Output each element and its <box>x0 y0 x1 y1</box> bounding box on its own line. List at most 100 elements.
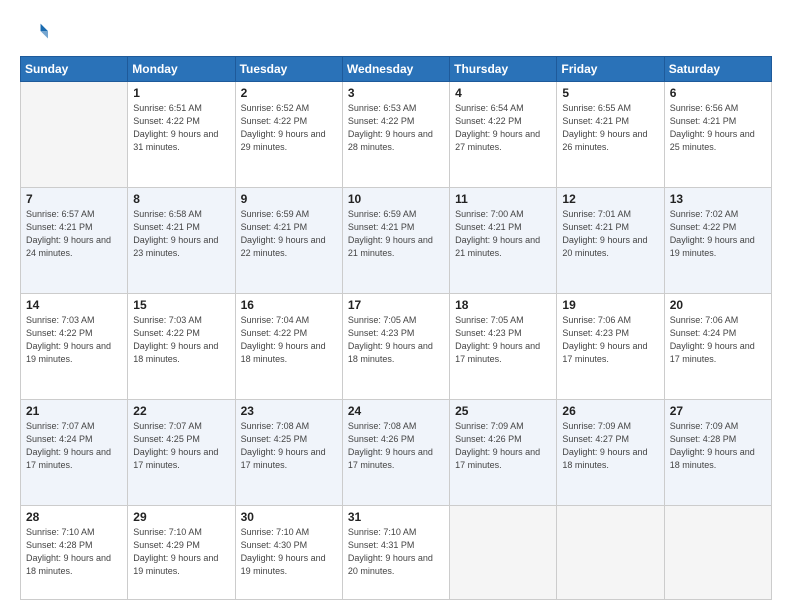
day-info: Sunrise: 7:07 AMSunset: 4:25 PMDaylight:… <box>133 420 229 472</box>
day-number: 31 <box>348 510 444 524</box>
calendar-cell: 22 Sunrise: 7:07 AMSunset: 4:25 PMDayligh… <box>128 400 235 506</box>
calendar-cell: 23 Sunrise: 7:08 AMSunset: 4:25 PMDayligh… <box>235 400 342 506</box>
day-info: Sunrise: 7:10 AMSunset: 4:29 PMDaylight:… <box>133 526 229 578</box>
day-info: Sunrise: 7:09 AMSunset: 4:28 PMDaylight:… <box>670 420 766 472</box>
calendar-cell: 16 Sunrise: 7:04 AMSunset: 4:22 PMDayligh… <box>235 294 342 400</box>
calendar-cell: 3 Sunrise: 6:53 AMSunset: 4:22 PMDaylight… <box>342 82 449 188</box>
calendar-cell: 14Sunrise: 7:03 AMSunset: 4:22 PMDayligh… <box>21 294 128 400</box>
day-info: Sunrise: 7:10 AMSunset: 4:31 PMDaylight:… <box>348 526 444 578</box>
day-number: 9 <box>241 192 337 206</box>
weekday-header-row: SundayMondayTuesdayWednesdayThursdayFrid… <box>21 57 772 82</box>
day-number: 13 <box>670 192 766 206</box>
day-info: Sunrise: 7:00 AMSunset: 4:21 PMDaylight:… <box>455 208 551 260</box>
weekday-header-thursday: Thursday <box>450 57 557 82</box>
calendar-cell: 10 Sunrise: 6:59 AMSunset: 4:21 PMDayligh… <box>342 188 449 294</box>
weekday-header-saturday: Saturday <box>664 57 771 82</box>
calendar-cell: 15 Sunrise: 7:03 AMSunset: 4:22 PMDayligh… <box>128 294 235 400</box>
calendar-cell: 11 Sunrise: 7:00 AMSunset: 4:21 PMDayligh… <box>450 188 557 294</box>
day-info: Sunrise: 7:10 AMSunset: 4:30 PMDaylight:… <box>241 526 337 578</box>
calendar-cell: 24 Sunrise: 7:08 AMSunset: 4:26 PMDayligh… <box>342 400 449 506</box>
day-info: Sunrise: 6:58 AMSunset: 4:21 PMDaylight:… <box>133 208 229 260</box>
calendar-cell: 26 Sunrise: 7:09 AMSunset: 4:27 PMDayligh… <box>557 400 664 506</box>
calendar-cell: 29 Sunrise: 7:10 AMSunset: 4:29 PMDayligh… <box>128 506 235 600</box>
day-number: 29 <box>133 510 229 524</box>
logo-icon <box>20 18 48 46</box>
calendar-cell <box>557 506 664 600</box>
day-number: 25 <box>455 404 551 418</box>
calendar-cell: 4Sunrise: 6:54 AMSunset: 4:22 PMDaylight… <box>450 82 557 188</box>
day-number: 26 <box>562 404 658 418</box>
day-number: 19 <box>562 298 658 312</box>
calendar-cell: 21Sunrise: 7:07 AMSunset: 4:24 PMDayligh… <box>21 400 128 506</box>
day-number: 3 <box>348 86 444 100</box>
calendar-week-row: 21Sunrise: 7:07 AMSunset: 4:24 PMDayligh… <box>21 400 772 506</box>
calendar-table: SundayMondayTuesdayWednesdayThursdayFrid… <box>20 56 772 600</box>
calendar-cell <box>21 82 128 188</box>
weekday-header-monday: Monday <box>128 57 235 82</box>
calendar-week-row: 14 Sunrise: 7:03 AMSunset: 4:22 PMDayligh… <box>21 294 772 400</box>
day-number: 20 <box>670 298 766 312</box>
day-number: 12 <box>562 192 658 206</box>
day-number: 10 <box>348 192 444 206</box>
calendar-cell: 20 Sunrise: 7:06 AMSunset: 4:24 PMDayligh… <box>664 294 771 400</box>
day-info: Sunrise: 6:59 AMSunset: 4:21 PMDaylight:… <box>241 208 337 260</box>
weekday-header-tuesday: Tuesday <box>235 57 342 82</box>
day-info: Sunrise: 7:08 AMSunset: 4:25 PMDaylight:… <box>241 420 337 472</box>
day-number: 24 <box>348 404 444 418</box>
day-info: Sunrise: 6:59 AMSunset: 4:21 PMDaylight:… <box>348 208 444 260</box>
day-number: 30 <box>241 510 337 524</box>
day-info: Sunrise: 7:02 AMSunset: 4:22 PMDaylight:… <box>670 208 766 260</box>
day-info: Sunrise: 7:08 AMSunset: 4:26 PMDaylight:… <box>348 420 444 472</box>
day-number: 11 <box>455 192 551 206</box>
day-number: 6 <box>670 86 766 100</box>
calendar-cell: 1 Sunrise: 6:51 AMSunset: 4:22 PMDaylight… <box>128 82 235 188</box>
day-number: 14 <box>26 298 122 312</box>
header <box>20 18 772 46</box>
calendar-cell: 19Sunrise: 7:06 AMSunset: 4:23 PMDayligh… <box>557 294 664 400</box>
day-info: Sunrise: 7:09 AMSunset: 4:27 PMDaylight:… <box>562 420 658 472</box>
day-info: Sunrise: 7:10 AMSunset: 4:28 PMDaylight:… <box>26 526 122 578</box>
calendar-cell: 8 Sunrise: 6:58 AMSunset: 4:21 PMDaylight… <box>128 188 235 294</box>
day-info: Sunrise: 6:53 AMSunset: 4:22 PMDaylight:… <box>348 102 444 154</box>
day-number: 15 <box>133 298 229 312</box>
calendar-cell: 7 Sunrise: 6:57 AMSunset: 4:21 PMDaylight… <box>21 188 128 294</box>
day-number: 1 <box>133 86 229 100</box>
day-info: Sunrise: 7:09 AMSunset: 4:26 PMDaylight:… <box>455 420 551 472</box>
day-number: 23 <box>241 404 337 418</box>
day-info: Sunrise: 6:51 AMSunset: 4:22 PMDaylight:… <box>133 102 229 154</box>
calendar-cell: 31 Sunrise: 7:10 AMSunset: 4:31 PMDayligh… <box>342 506 449 600</box>
calendar-week-row: 28 Sunrise: 7:10 AMSunset: 4:28 PMDayligh… <box>21 506 772 600</box>
day-info: Sunrise: 7:06 AMSunset: 4:24 PMDaylight:… <box>670 314 766 366</box>
calendar-cell: 18Sunrise: 7:05 AMSunset: 4:23 PMDayligh… <box>450 294 557 400</box>
calendar-cell: 28 Sunrise: 7:10 AMSunset: 4:28 PMDayligh… <box>21 506 128 600</box>
weekday-header-sunday: Sunday <box>21 57 128 82</box>
day-number: 17 <box>348 298 444 312</box>
calendar-cell: 5 Sunrise: 6:55 AMSunset: 4:21 PMDaylight… <box>557 82 664 188</box>
day-number: 22 <box>133 404 229 418</box>
weekday-header-wednesday: Wednesday <box>342 57 449 82</box>
calendar-week-row: 7 Sunrise: 6:57 AMSunset: 4:21 PMDaylight… <box>21 188 772 294</box>
day-info: Sunrise: 6:52 AMSunset: 4:22 PMDaylight:… <box>241 102 337 154</box>
day-number: 5 <box>562 86 658 100</box>
day-number: 8 <box>133 192 229 206</box>
day-number: 28 <box>26 510 122 524</box>
day-info: Sunrise: 7:05 AMSunset: 4:23 PMDaylight:… <box>348 314 444 366</box>
day-number: 16 <box>241 298 337 312</box>
calendar-cell: 6 Sunrise: 6:56 AMSunset: 4:21 PMDaylight… <box>664 82 771 188</box>
calendar-cell: 27Sunrise: 7:09 AMSunset: 4:28 PMDayligh… <box>664 400 771 506</box>
day-number: 21 <box>26 404 122 418</box>
page: SundayMondayTuesdayWednesdayThursdayFrid… <box>0 0 792 612</box>
logo <box>20 18 52 46</box>
day-info: Sunrise: 7:04 AMSunset: 4:22 PMDaylight:… <box>241 314 337 366</box>
day-number: 7 <box>26 192 122 206</box>
calendar-cell: 13 Sunrise: 7:02 AMSunset: 4:22 PMDayligh… <box>664 188 771 294</box>
calendar-cell <box>450 506 557 600</box>
day-info: Sunrise: 7:03 AMSunset: 4:22 PMDaylight:… <box>133 314 229 366</box>
day-number: 4 <box>455 86 551 100</box>
calendar-cell: 2 Sunrise: 6:52 AMSunset: 4:22 PMDaylight… <box>235 82 342 188</box>
calendar-week-row: 1 Sunrise: 6:51 AMSunset: 4:22 PMDaylight… <box>21 82 772 188</box>
day-info: Sunrise: 6:56 AMSunset: 4:21 PMDaylight:… <box>670 102 766 154</box>
day-info: Sunrise: 6:57 AMSunset: 4:21 PMDaylight:… <box>26 208 122 260</box>
day-number: 2 <box>241 86 337 100</box>
day-info: Sunrise: 6:55 AMSunset: 4:21 PMDaylight:… <box>562 102 658 154</box>
